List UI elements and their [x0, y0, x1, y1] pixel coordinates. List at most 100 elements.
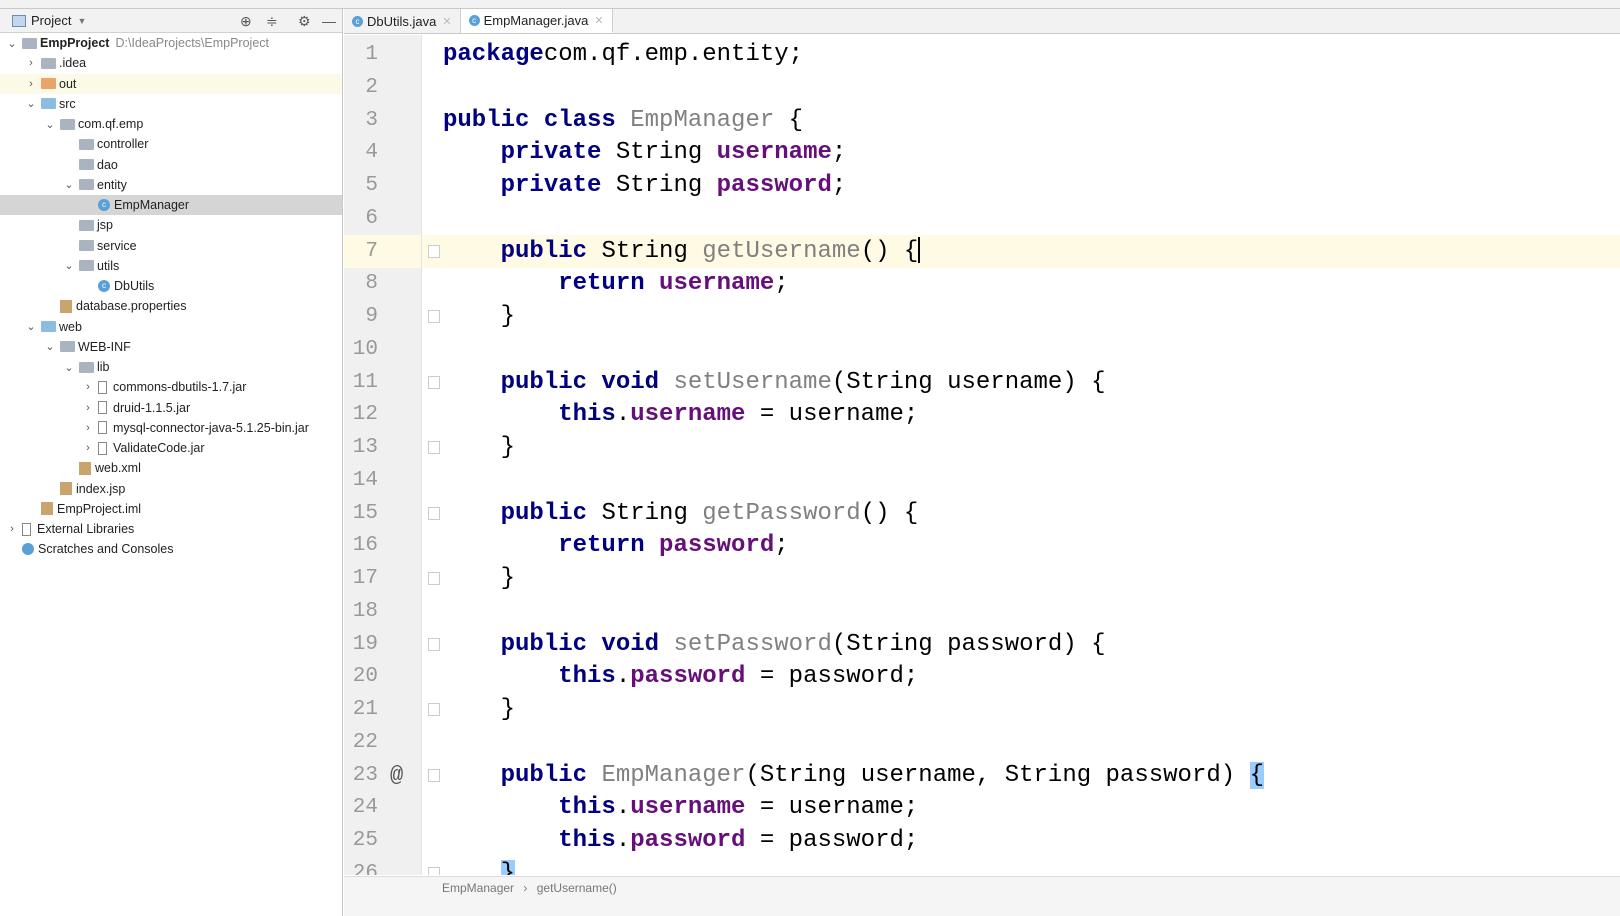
tab-empmanager-java[interactable]: c EmpManager.java ✕	[460, 9, 613, 33]
chevron-down-icon[interactable]: ⌄	[25, 97, 37, 110]
tree-item[interactable]: ⌄ src	[0, 94, 342, 114]
tree-item[interactable]: c DbUtils	[0, 276, 342, 296]
breadcrumb-method[interactable]: getUsername()	[537, 881, 617, 895]
folder-icon	[22, 37, 37, 49]
code-line[interactable]: 16 return password;	[344, 529, 1620, 562]
gear-icon[interactable]: ⚙	[298, 13, 311, 30]
tree-item[interactable]: ⌄ WEB-INF	[0, 337, 342, 357]
code-line[interactable]: 2	[344, 71, 1620, 104]
code-line[interactable]: 8 return username;	[344, 267, 1620, 300]
code-line[interactable]: 6	[344, 202, 1620, 235]
line-number: 15	[352, 501, 378, 525]
chevron-right-icon[interactable]: ›	[82, 402, 94, 414]
code-line[interactable]: 5 private String password;	[344, 169, 1620, 202]
fold-marker-icon[interactable]	[428, 866, 440, 875]
close-icon[interactable]: ✕	[594, 14, 603, 27]
hide-icon[interactable]: —	[322, 13, 336, 29]
tree-item[interactable]: › commons-dbutils-1.7.jar	[0, 377, 342, 397]
tab-label: EmpManager.java	[483, 12, 589, 28]
chevron-down-icon[interactable]: ▼	[77, 16, 86, 26]
tree-item[interactable]: › druid-1.1.5.jar	[0, 398, 342, 418]
code-line[interactable]: 18	[344, 595, 1620, 628]
fold-marker-icon[interactable]	[428, 572, 440, 585]
tree-item[interactable]: › External Libraries	[0, 519, 342, 539]
tree-item[interactable]: ⌄ entity	[0, 175, 342, 195]
code-line[interactable]: 11 public void setUsername(String userna…	[344, 366, 1620, 399]
chevron-right-icon[interactable]: ›	[25, 78, 37, 90]
code-line[interactable]: 12 this.username = username;	[344, 398, 1620, 431]
tree-item[interactable]: c EmpManager	[0, 195, 342, 215]
code-editor[interactable]: 1 packagecom.qf.emp.entity; 2 3 public class…	[344, 35, 1620, 875]
tab-dbutils-java[interactable]: c DbUtils.java ✕	[344, 9, 461, 33]
chevron-down-icon[interactable]: ⌄	[6, 37, 18, 50]
code-line[interactable]: 10	[344, 333, 1620, 366]
tree-item[interactable]: ⌄ web	[0, 317, 342, 337]
tree-item[interactable]: ⌄ lib	[0, 357, 342, 377]
tree-item[interactable]: › ValidateCode.jar	[0, 438, 342, 458]
fold-marker-icon[interactable]	[428, 703, 440, 716]
code-line[interactable]: 26 }	[344, 857, 1620, 875]
tree-item[interactable]: index.jsp	[0, 479, 342, 499]
code-token: username	[630, 401, 746, 429]
chevron-right-icon[interactable]: ›	[82, 422, 94, 434]
tree-item[interactable]: web.xml	[0, 458, 342, 478]
chevron-down-icon[interactable]: ⌄	[63, 178, 75, 191]
code-token: (String password) {	[831, 630, 1106, 658]
chevron-right-icon[interactable]: ›	[25, 57, 37, 69]
tree-item[interactable]: ⌄ EmpProject D:\IdeaProjects\EmpProject	[0, 33, 342, 53]
code-line[interactable]: 19 public void setPassword(String passwo…	[344, 628, 1620, 661]
tree-item[interactable]: › .idea	[0, 53, 342, 73]
code-line[interactable]: 22	[344, 726, 1620, 759]
locate-icon[interactable]: ⊕	[240, 13, 252, 30]
code-line[interactable]: 7 public String getUsername() {	[344, 234, 1620, 268]
tree-item[interactable]: service	[0, 236, 342, 256]
override-annotation-icon[interactable]: @	[390, 759, 403, 792]
fold-marker-icon[interactable]	[428, 310, 440, 323]
fold-marker-icon[interactable]	[428, 244, 440, 258]
code-line[interactable]: 17 }	[344, 562, 1620, 595]
chevron-right-icon[interactable]: ›	[82, 381, 94, 393]
code-line[interactable]: 9 }	[344, 300, 1620, 333]
code-line[interactable]: 20 this.password = password;	[344, 660, 1620, 693]
code-token: return	[558, 532, 660, 560]
tree-item[interactable]: › mysql-connector-java-5.1.25-bin.jar	[0, 418, 342, 438]
tree-item[interactable]: database.properties	[0, 296, 342, 316]
tree-item[interactable]: controller	[0, 134, 342, 154]
chevron-down-icon[interactable]: ⌄	[25, 320, 37, 333]
chevron-down-icon[interactable]: ⌄	[63, 361, 75, 374]
code-line[interactable]: 1 packagecom.qf.emp.entity;	[344, 38, 1620, 71]
code-line[interactable]: 3 public class EmpManager {	[344, 104, 1620, 137]
chevron-down-icon[interactable]: ⌄	[44, 118, 56, 131]
chevron-down-icon[interactable]: ⌄	[44, 340, 56, 353]
code-token: this	[558, 401, 616, 429]
close-icon[interactable]: ✕	[442, 15, 451, 28]
tree-item[interactable]: EmpProject.iml	[0, 499, 342, 519]
fold-marker-icon[interactable]	[428, 768, 440, 782]
fold-marker-icon[interactable]	[428, 441, 440, 454]
code-line[interactable]: 15 public String getPassword() {	[344, 497, 1620, 530]
code-line[interactable]: 23 @ public EmpManager(String username, S…	[344, 759, 1620, 792]
code-line[interactable]: 13 }	[344, 431, 1620, 464]
tree-item[interactable]: jsp	[0, 215, 342, 235]
code-line[interactable]: 24 this.username = username;	[344, 791, 1620, 824]
code-line[interactable]: 25 this.password = password;	[344, 824, 1620, 857]
tree-item[interactable]: › out	[0, 73, 342, 94]
breadcrumb-class[interactable]: EmpManager	[442, 881, 514, 895]
fold-marker-icon[interactable]	[428, 637, 440, 651]
collapse-all-icon[interactable]: ≑	[266, 13, 278, 30]
chevron-down-icon[interactable]: ⌄	[63, 259, 75, 272]
tree-item[interactable]: ⌄ com.qf.emp	[0, 114, 342, 134]
fold-marker-icon[interactable]	[428, 506, 440, 520]
fold-marker-icon[interactable]	[428, 375, 440, 389]
code-line[interactable]: 4 private String username;	[344, 136, 1620, 169]
tree-item[interactable]: ⌄ utils	[0, 256, 342, 276]
project-view-selector[interactable]: Project	[31, 13, 71, 28]
chevron-right-icon[interactable]: ›	[6, 523, 18, 535]
code-line[interactable]: 14	[344, 464, 1620, 497]
line-number: 13	[352, 436, 378, 459]
chevron-right-icon[interactable]: ›	[82, 442, 94, 454]
tree-item[interactable]: dao	[0, 155, 342, 175]
tree-item[interactable]: Scratches and Consoles	[0, 539, 342, 559]
code-line[interactable]: 21 }	[344, 693, 1620, 726]
